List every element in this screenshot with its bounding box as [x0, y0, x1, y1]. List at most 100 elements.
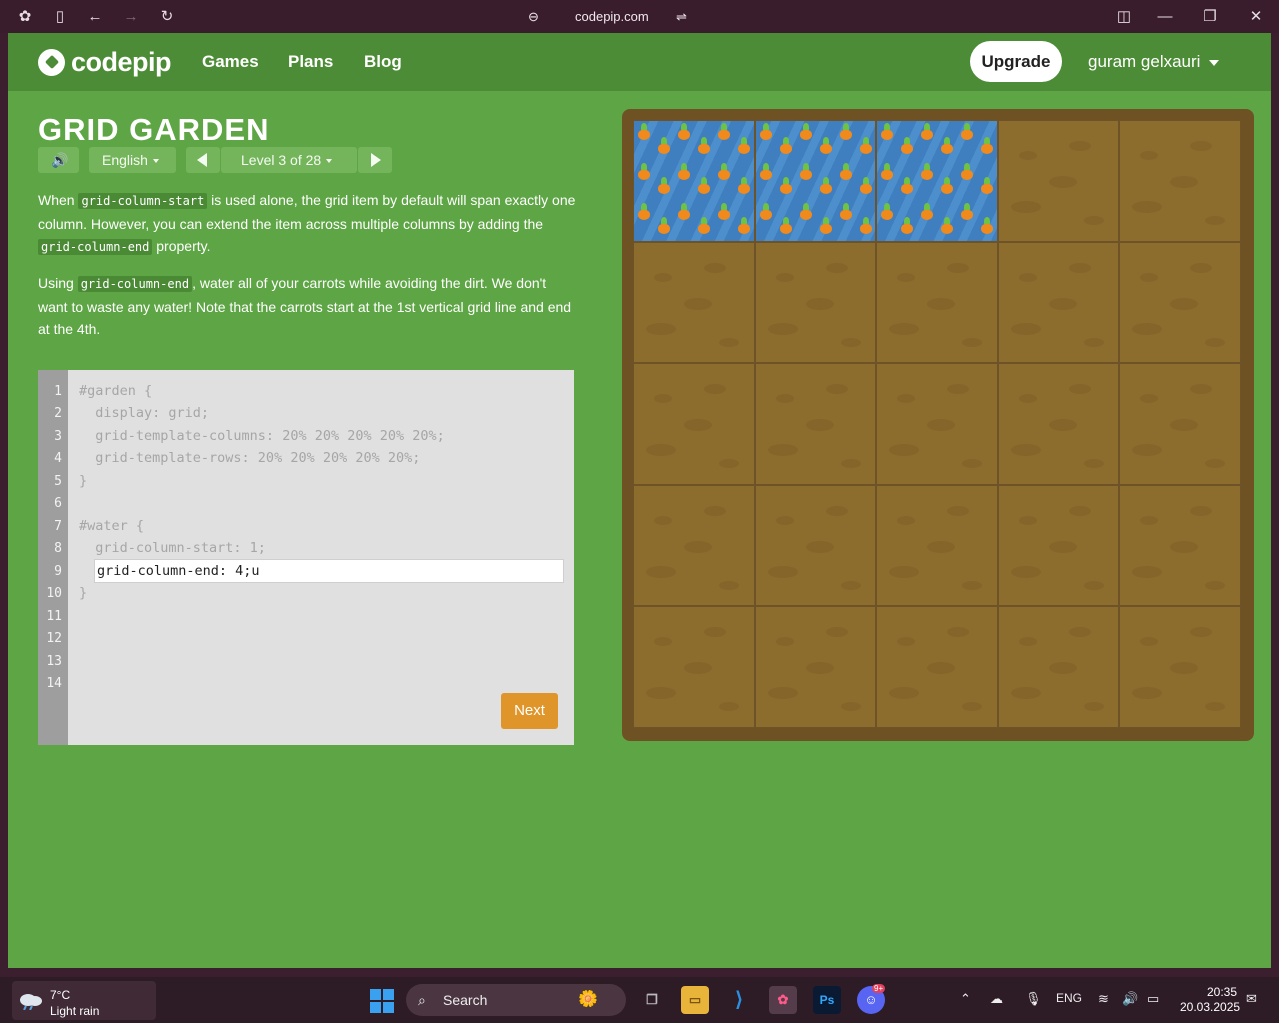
- dirt-pebble: [840, 337, 861, 347]
- photoshop-icon[interactable]: Ps: [813, 986, 841, 1014]
- taskbar-clock[interactable]: 20:35 20.03.2025: [1180, 985, 1240, 1015]
- weather-temp: 7°C: [50, 988, 71, 1002]
- level-select[interactable]: Level 3 of 28: [221, 147, 357, 173]
- nav-plans[interactable]: Plans: [288, 52, 333, 72]
- dirt-pebble: [684, 419, 712, 432]
- dirt-pebble: [1205, 216, 1226, 225]
- search-label: Search: [443, 992, 488, 1008]
- code-line: display: grid;: [79, 405, 210, 421]
- dirt-pebble: [1068, 262, 1091, 273]
- chevron-down-icon: [152, 159, 159, 164]
- carrot-icon: [819, 217, 832, 235]
- codepip-logo[interactable]: codepip: [38, 46, 172, 78]
- minimize-icon[interactable]: —: [1156, 8, 1174, 26]
- sound-toggle-button[interactable]: 🔊: [38, 147, 79, 173]
- line-number: 7: [54, 519, 62, 534]
- carrot-icon: [738, 137, 750, 155]
- codepip-logo-icon: [38, 48, 65, 76]
- dirt-pebble: [684, 540, 712, 553]
- dirt-pebble: [1140, 272, 1159, 282]
- css-answer-input[interactable]: grid-column-end: 4;u: [94, 559, 564, 583]
- back-icon[interactable]: ←: [86, 8, 104, 26]
- dirt-pebble: [825, 627, 848, 638]
- dirt-tile: [1119, 363, 1241, 485]
- nav-games[interactable]: Games: [202, 52, 259, 72]
- carrot-icon: [638, 163, 650, 181]
- instructions-paragraph-2: Using grid-column-end, water all of your…: [38, 275, 572, 337]
- dirt-tile: [997, 241, 1120, 364]
- dirt-pebble: [646, 444, 676, 457]
- dirt-tile: [754, 241, 877, 364]
- dirt-tile: [1119, 606, 1241, 728]
- dirt-pebble: [927, 662, 956, 675]
- chevron-down-icon: [326, 159, 333, 164]
- carrot-icon: [941, 177, 954, 195]
- dirt-pebble: [1083, 337, 1104, 347]
- page: codepip Games Plans Blog Upgrade guram g…: [8, 33, 1271, 968]
- vscode-icon[interactable]: ⟩: [725, 986, 753, 1014]
- language-indicator[interactable]: ENG: [1056, 991, 1082, 1005]
- next-button[interactable]: Next: [501, 693, 558, 729]
- dirt-pebble: [1170, 419, 1199, 432]
- browser-logo-icon[interactable]: ✿: [16, 8, 34, 26]
- css-editor: 1 2 3 4 5 6 7 8 9 10 11 12 13 14 #garden…: [38, 370, 574, 745]
- carrot-icon: [921, 203, 934, 221]
- site-settings-icon[interactable]: ⇌: [676, 7, 687, 27]
- dirt-tile: [633, 484, 755, 607]
- dirt-pebble: [1068, 384, 1091, 395]
- dirt-tile: [1119, 484, 1241, 607]
- carrot-icon: [678, 203, 690, 221]
- line-number: 2: [54, 406, 62, 421]
- dirt-pebble: [1132, 322, 1163, 335]
- dirt-pebble: [1205, 337, 1226, 347]
- dirt-pebble: [775, 515, 794, 525]
- dirt-pebble: [1205, 459, 1226, 469]
- dirt-pebble: [719, 459, 739, 469]
- carrot-icon: [839, 203, 852, 221]
- dirt-pebble: [897, 515, 916, 525]
- prev-level-button[interactable]: [186, 147, 220, 173]
- code-line: grid-column-start: 1;: [79, 540, 266, 556]
- reload-icon[interactable]: ↻: [158, 8, 176, 26]
- weather-widget[interactable]: 7°C Light rain: [12, 981, 156, 1020]
- carrot-icon: [819, 137, 832, 155]
- dirt-tile: [997, 484, 1120, 607]
- restore-icon[interactable]: ❐: [1201, 8, 1219, 26]
- windows-start-icon[interactable]: [370, 989, 394, 1013]
- carrot-icon: [901, 177, 914, 195]
- onedrive-icon[interactable]: ☁: [990, 991, 1003, 1007]
- carrot-icon: [678, 163, 690, 181]
- forward-icon[interactable]: →: [122, 8, 140, 26]
- code-snippet: grid-column-start: [78, 193, 208, 209]
- dirt-tile: [633, 606, 755, 728]
- dirt-pebble: [1083, 702, 1104, 712]
- battery-icon[interactable]: ▭: [1147, 991, 1159, 1007]
- carrot-icon: [678, 123, 690, 141]
- dirt-pebble: [1132, 201, 1163, 213]
- wifi-icon[interactable]: ≋: [1098, 991, 1109, 1007]
- dirt-pebble: [1018, 515, 1037, 525]
- address-bar[interactable]: ⊖ codepip.com ⇌: [528, 7, 694, 27]
- microphone-icon[interactable]: 🎙: [1025, 991, 1042, 1007]
- taskbar-search[interactable]: ⌕ Search 🌼: [406, 984, 626, 1016]
- user-menu[interactable]: guram gelxauri: [1088, 52, 1220, 72]
- nav-blog[interactable]: Blog: [364, 52, 402, 72]
- code-line: grid-template-columns: 20% 20% 20% 20% 2…: [79, 428, 445, 444]
- language-select[interactable]: English: [89, 147, 176, 173]
- split-view-icon[interactable]: ◫: [1115, 8, 1133, 26]
- tray-overflow-icon[interactable]: ⌃: [960, 991, 971, 1007]
- carrot-icon: [759, 203, 772, 221]
- carrot-icon: [881, 203, 894, 221]
- volume-icon[interactable]: 🔊: [1122, 991, 1138, 1007]
- close-icon[interactable]: ✕: [1247, 8, 1265, 26]
- browser-app-icon[interactable]: ✿: [769, 986, 797, 1014]
- upgrade-button[interactable]: Upgrade: [970, 41, 1062, 82]
- sidebar-toggle-icon[interactable]: ▯: [51, 8, 69, 26]
- file-explorer-icon[interactable]: ▭: [681, 986, 709, 1014]
- carrot-icon: [839, 163, 852, 181]
- notifications-icon[interactable]: ✉: [1246, 991, 1257, 1007]
- task-view-icon[interactable]: ❐: [638, 986, 666, 1014]
- carrot-icon: [759, 163, 772, 181]
- dirt-tile: [754, 606, 877, 728]
- next-level-button[interactable]: [358, 147, 392, 173]
